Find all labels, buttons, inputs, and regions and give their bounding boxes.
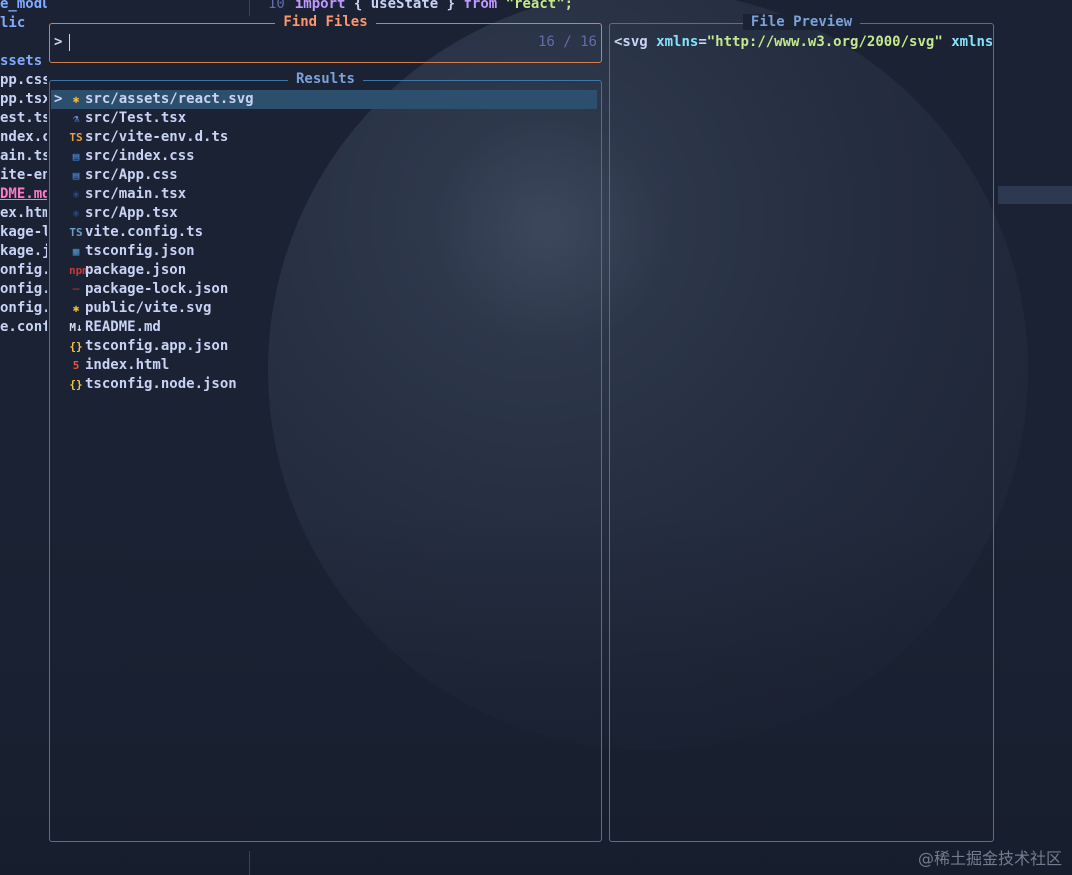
preview-tag: <svg xyxy=(614,34,648,50)
result-label: tsconfig.app.json xyxy=(85,338,229,354)
test-flask-icon: ⚗ xyxy=(72,112,80,125)
result-label: src/Test.tsx xyxy=(85,110,187,126)
result-label: vite.config.ts xyxy=(85,224,204,240)
editor-separator-bottom xyxy=(249,851,250,875)
keyword-import: import xyxy=(294,0,346,12)
tree-row[interactable]: kage.j xyxy=(0,242,47,261)
react-icon: ⚛ xyxy=(72,188,80,201)
svg-file-icon: ✱ xyxy=(72,302,80,315)
result-label: README.md xyxy=(85,319,161,335)
result-row[interactable]: TS src/vite-env.d.ts xyxy=(51,128,597,147)
typescript-icon: TS xyxy=(69,226,83,239)
preview-attr-xmlns-2: xmlns xyxy=(951,34,992,50)
find-files-title-bar: Find Files xyxy=(50,14,601,32)
result-label: package-lock.json xyxy=(85,281,229,297)
watermark: @稀土掘金技术社区 xyxy=(917,849,1062,868)
preview-attr-value: "http://www.w3.org/2000/svg" xyxy=(706,34,943,50)
tree-row[interactable]: DME.md xyxy=(0,185,47,204)
result-row[interactable]: > ✱ src/assets/react.svg xyxy=(51,90,597,109)
tree-row[interactable]: kage-l xyxy=(0,223,47,242)
tree-row[interactable]: e_modules xyxy=(0,0,47,14)
prompt-symbol: > xyxy=(54,34,63,50)
tsconfig-icon: ▦ xyxy=(72,245,80,258)
result-row[interactable]: TS vite.config.ts xyxy=(51,223,597,242)
tree-row[interactable]: e.conf xyxy=(0,318,47,337)
json-icon: {} xyxy=(69,340,83,353)
import-specifiers: { useState } xyxy=(353,0,456,12)
result-row[interactable]: {} tsconfig.node.json xyxy=(51,375,597,394)
background-highlight xyxy=(998,186,1072,204)
tree-row[interactable]: ain.ts xyxy=(0,147,47,166)
tree-row[interactable]: pp.css xyxy=(0,71,47,90)
tree-row[interactable]: pp.tsx xyxy=(0,90,47,109)
tree-row[interactable]: ssets xyxy=(0,52,47,71)
file-tree-background: e_moduleslic ssetspp.csspp.tsxest.tsndex.… xyxy=(0,0,47,875)
tree-row[interactable]: est.ts xyxy=(0,109,47,128)
css-file-icon: ▤ xyxy=(72,169,80,182)
lock-file-icon: ━ xyxy=(72,283,80,296)
result-label: src/App.tsx xyxy=(85,205,178,221)
tree-row[interactable]: ite-en xyxy=(0,166,47,185)
tree-row[interactable]: onfig. xyxy=(0,299,47,318)
result-row[interactable]: M↓ README.md xyxy=(51,318,597,337)
find-files-prompt[interactable]: Find Files > 16 / 16 xyxy=(49,14,602,63)
results-title-bar: Results xyxy=(50,71,601,89)
result-label: src/main.tsx xyxy=(85,186,187,202)
preview-code-line: <svg xmlns="http://www.w3.org/2000/svg" … xyxy=(614,34,992,50)
result-row[interactable]: ⚗ src/Test.tsx xyxy=(51,109,597,128)
json-icon: {} xyxy=(69,378,83,391)
result-label: src/App.css xyxy=(85,167,178,183)
tree-row[interactable]: lic xyxy=(0,14,47,33)
result-row[interactable]: 5 index.html xyxy=(51,356,597,375)
result-row[interactable]: ▦ tsconfig.json xyxy=(51,242,597,261)
typescript-icon: TS xyxy=(69,131,83,144)
result-row[interactable]: ━ package-lock.json xyxy=(51,280,597,299)
result-row[interactable]: npm package.json xyxy=(51,261,597,280)
line-number: 10 xyxy=(268,0,285,12)
tree-row[interactable]: ndex.c xyxy=(0,128,47,147)
result-row[interactable]: ▤ src/index.css xyxy=(51,147,597,166)
tree-row[interactable]: ex.htm xyxy=(0,204,47,223)
find-files-title: Find Files xyxy=(275,14,376,30)
result-label: src/vite-env.d.ts xyxy=(85,129,229,145)
result-label: package.json xyxy=(85,262,187,278)
keyword-from: from xyxy=(463,0,498,12)
result-label: public/vite.svg xyxy=(85,300,212,316)
preview-attr-xmlns: xmlns xyxy=(656,34,699,50)
results-title: Results xyxy=(287,71,363,87)
result-label: tsconfig.node.json xyxy=(85,376,237,392)
file-preview-pane[interactable]: File Preview <svg xmlns="http://www.w3.o… xyxy=(609,14,994,842)
tree-row[interactable]: onfig. xyxy=(0,261,47,280)
editor-code-line: 10 import { useState } from "react"; xyxy=(248,0,573,14)
html-icon: 5 xyxy=(72,359,80,372)
result-label: src/index.css xyxy=(85,148,195,164)
preview-title: File Preview xyxy=(742,14,861,30)
npm-icon: npm xyxy=(69,264,89,277)
results-count: 16 / 16 xyxy=(537,34,597,50)
result-label: tsconfig.json xyxy=(85,243,195,259)
tree-row[interactable]: onfig. xyxy=(0,280,47,299)
result-row[interactable]: ▤ src/App.css xyxy=(51,166,597,185)
results-pane[interactable]: Results > ✱ src/assets/react.svg ⚗ src/Test.… xyxy=(49,71,602,842)
result-row[interactable]: ⚛ src/App.tsx xyxy=(51,204,597,223)
result-row[interactable]: ✱ public/vite.svg xyxy=(51,299,597,318)
svg-file-icon: ✱ xyxy=(72,93,80,106)
markdown-icon: M↓ xyxy=(69,321,83,334)
preview-title-bar: File Preview xyxy=(610,14,993,32)
result-label: index.html xyxy=(85,357,170,373)
selection-caret: > xyxy=(54,91,63,107)
result-row[interactable]: {} tsconfig.app.json xyxy=(51,337,597,356)
result-label: src/assets/react.svg xyxy=(85,91,254,107)
react-icon: ⚛ xyxy=(72,207,80,220)
text-cursor xyxy=(69,34,70,51)
result-row[interactable]: ⚛ src/main.tsx xyxy=(51,185,597,204)
css-file-icon: ▤ xyxy=(72,150,80,163)
tree-row xyxy=(0,33,47,52)
module-string: "react"; xyxy=(505,0,574,12)
preview-equals: = xyxy=(698,34,707,50)
